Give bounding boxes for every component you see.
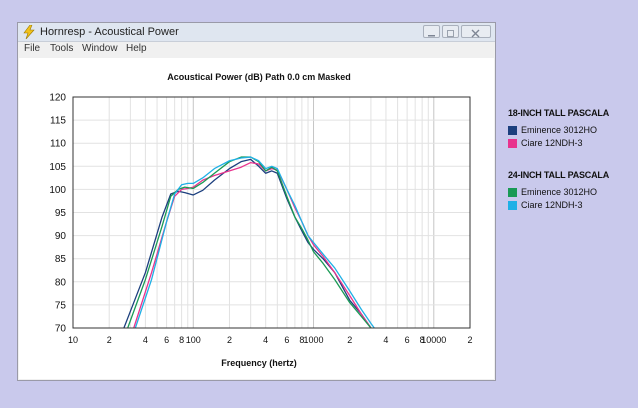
x-tick-label: 4 [383,335,388,345]
menu-window[interactable]: Window [82,43,118,54]
x-tick-label: 2 [107,335,112,345]
y-tick-label: 120 [49,93,66,104]
x-tick-label: 4 [263,335,268,345]
y-tick-label: 70 [55,324,67,335]
y-tick-label: 110 [50,139,66,150]
legend-swatch [508,126,517,135]
legend-swatch [508,188,517,197]
legend-entry: Ciare 12NDH-3 [508,199,636,212]
legend-entry: Ciare 12NDH-3 [508,137,636,150]
minimize-icon [428,35,435,37]
title-bar[interactable]: Hornresp - Acoustical Power [18,23,495,42]
menu-tools[interactable]: Tools [50,43,73,54]
y-tick-label: 95 [55,208,67,219]
x-tick-label: 4 [143,335,148,345]
y-tick-label: 100 [49,185,66,196]
y-tick-label: 75 [55,300,67,311]
x-axis-label: Frequency (hertz) [221,358,297,368]
y-tick-label: 80 [55,277,67,288]
legend-label: Ciare 12NDH-3 [521,138,583,148]
series-line-3 [127,156,372,328]
chart-area: Acoustical Power (dB) Path 0.0 cm Masked… [19,58,494,379]
x-tick-label: 10000 [421,335,446,345]
x-tick-label: 2 [347,335,352,345]
y-tick-label: 115 [50,116,66,127]
x-tick-labels: 10 2 4 6 8 100 2 4 6 8 1000 2 4 6 810000 2 [68,335,473,345]
legend-group-18-inch: 18-INCH TALL PASCALA Eminence 3012HO Cia… [508,108,636,150]
legend-entry: Eminence 3012HO [508,124,636,137]
legend-label: Eminence 3012HO [521,187,598,197]
y-tick-label: 85 [55,254,67,265]
menu-help[interactable]: Help [126,43,147,54]
series-line-2 [133,161,372,328]
y-tick-labels: 70 75 80 85 90 95 100 105 110 115 120 [49,93,66,335]
app-window: Hornresp - Acoustical Power File Tools W… [17,22,496,381]
y-tick-label: 90 [55,231,67,242]
series-lines [123,156,375,328]
legend-swatch [508,139,517,148]
menu-file[interactable]: File [24,43,40,54]
legend-swatch [508,201,517,210]
acoustical-power-chart: Acoustical Power (dB) Path 0.0 cm Masked… [49,72,473,368]
legend-label: Ciare 12NDH-3 [521,200,583,210]
legend-group-title: 24-INCH TALL PASCALA [508,170,610,180]
chart-title: Acoustical Power (dB) Path 0.0 cm Masked [167,72,351,82]
minimize-button[interactable] [423,25,440,38]
legend-entry: Eminence 3012HO [508,186,636,199]
maximize-icon [447,30,454,37]
y-tick-label: 105 [49,162,66,173]
grid [73,97,470,328]
x-tick-label: 6 [284,335,289,345]
lightning-app-icon [23,25,35,39]
x-tick-label: 8 [179,335,184,345]
close-icon [471,29,480,38]
close-button[interactable] [461,25,491,38]
menu-bar: File Tools Window Help [18,42,495,57]
legend: 18-INCH TALL PASCALA Eminence 3012HO Cia… [508,108,636,212]
x-tick-label: 2 [227,335,232,345]
x-tick-label: 1000 [304,335,324,345]
x-tick-label: 6 [164,335,169,345]
maximize-button[interactable] [442,25,459,38]
legend-group-24-inch: 24-INCH TALL PASCALA Eminence 3012HO Cia… [508,170,636,212]
x-tick-label: 6 [405,335,410,345]
window-title: Hornresp - Acoustical Power [40,26,179,38]
legend-label: Eminence 3012HO [521,125,598,135]
legend-group-title: 18-INCH TALL PASCALA [508,108,610,118]
series-line-4 [134,156,375,328]
x-tick-label: 10 [68,335,78,345]
x-tick-label: 2 [467,335,472,345]
x-tick-label: 100 [186,335,201,345]
